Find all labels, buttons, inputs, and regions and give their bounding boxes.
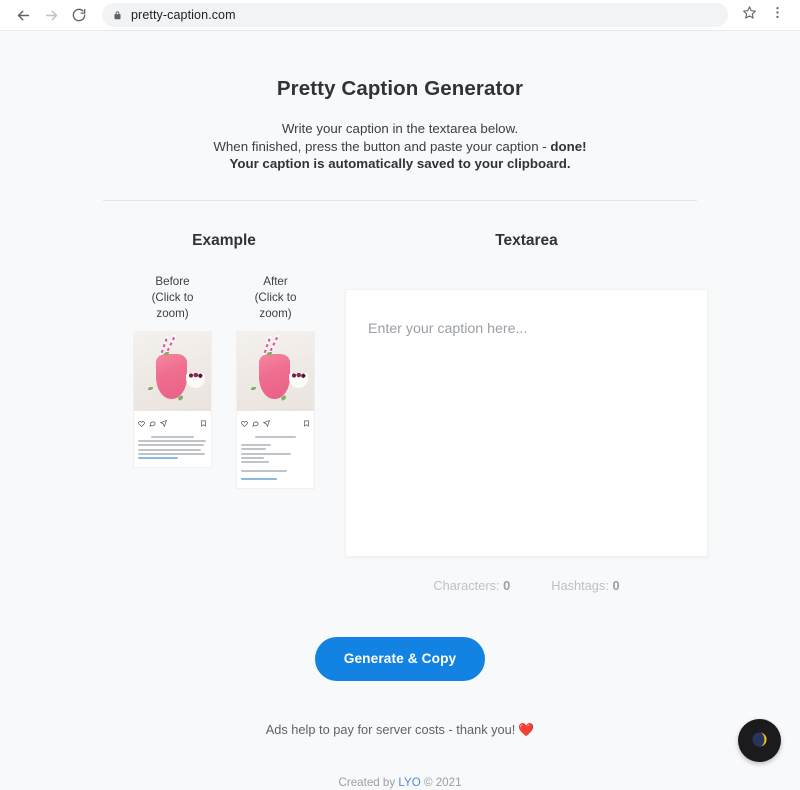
mint-leaf <box>280 394 287 400</box>
textarea-heading: Textarea <box>495 231 558 249</box>
ads-note: Ads help to pay for server costs - thank… <box>0 722 800 738</box>
bookmark-icon <box>303 414 310 432</box>
created-by-footer: Created by LYO © 2021 <box>0 776 800 789</box>
post-action-bar <box>134 411 211 436</box>
after-caption-text <box>237 435 314 488</box>
theme-toggle-button[interactable] <box>738 719 781 762</box>
smoothie-photo <box>237 331 314 411</box>
page-viewport: Pretty Caption Generator Write your capt… <box>0 31 800 790</box>
before-label-line-2: (Click to <box>151 290 194 304</box>
before-label-line-3: zoom) <box>156 306 189 320</box>
before-thumbnail-block[interactable]: Before (Click to zoom) <box>130 274 215 489</box>
mint-leaf <box>148 386 153 390</box>
arrow-right-icon <box>43 7 60 24</box>
after-label-line-1: After <box>263 274 288 288</box>
comment-icon <box>149 414 156 432</box>
before-label: Before (Click to zoom) <box>130 274 215 322</box>
toolbar-right-group <box>734 2 790 28</box>
page-title: Pretty Caption Generator <box>276 77 524 100</box>
mint-leaf <box>251 386 256 390</box>
character-counter: Characters: 0 <box>433 578 510 593</box>
main-columns: Example Before (Click to zoom) After (Cl… <box>103 201 708 593</box>
action-row: Generate & Copy <box>0 636 800 681</box>
before-post-preview[interactable] <box>133 330 212 468</box>
berries <box>188 372 203 378</box>
forward-button[interactable] <box>38 2 64 28</box>
counter-row: Characters: 0 Hashtags: 0 <box>345 578 708 593</box>
example-thumbnails: Before (Click to zoom) After (Click to z… <box>103 274 345 489</box>
after-post-preview[interactable] <box>236 330 315 489</box>
page-intro: Write your caption in the textarea below… <box>0 120 800 173</box>
hashtag-counter-label: Hashtags: <box>551 577 609 593</box>
generate-and-copy-button[interactable]: Generate & Copy <box>314 636 486 681</box>
heart-emoji-icon: ❤️ <box>518 721 535 737</box>
character-counter-value: 0 <box>503 577 511 593</box>
browser-toolbar: pretty-caption.com <box>0 0 800 31</box>
textarea-column: Textarea Characters: 0 Hashtags: 0 <box>345 232 708 593</box>
lock-icon <box>112 10 123 21</box>
star-icon <box>742 5 757 25</box>
intro-line-3: Your caption is automatically saved to y… <box>229 156 571 171</box>
caption-input[interactable] <box>345 288 708 557</box>
bookmark-icon <box>200 414 207 432</box>
heart-icon <box>241 414 248 432</box>
heart-icon <box>138 414 145 432</box>
bookmark-button[interactable] <box>736 2 762 28</box>
reload-icon <box>71 7 87 23</box>
created-by-prefix: Created by <box>338 775 399 789</box>
before-label-line-1: Before <box>155 274 190 288</box>
intro-line-1: Write your caption in the textarea below… <box>281 121 519 136</box>
example-heading: Example <box>192 231 256 249</box>
berries <box>291 372 306 378</box>
share-icon <box>262 414 270 432</box>
author-link[interactable]: LYO <box>398 776 420 789</box>
smoothie-photo <box>134 331 211 411</box>
after-label-line-2: (Click to <box>254 290 297 304</box>
hashtag-counter: Hashtags: 0 <box>551 578 619 593</box>
three-dot-menu-icon <box>770 5 785 25</box>
comment-icon <box>252 414 259 432</box>
character-counter-label: Characters: <box>433 577 500 593</box>
hashtag-counter-value: 0 <box>612 577 620 593</box>
half-moon-icon <box>751 731 768 751</box>
arrow-left-icon <box>15 7 32 24</box>
share-icon <box>159 414 167 432</box>
example-column: Example Before (Click to zoom) After (Cl… <box>103 232 345 593</box>
url-text: pretty-caption.com <box>131 8 236 22</box>
intro-line-2-prefix: When finished, press the button and past… <box>213 138 551 154</box>
address-bar[interactable]: pretty-caption.com <box>102 3 728 27</box>
textarea-wrapper <box>345 250 708 557</box>
intro-line-2-bold: done! <box>550 138 587 154</box>
post-action-bar <box>237 411 314 436</box>
ads-note-text: Ads help to pay for server costs - thank… <box>265 721 516 737</box>
chrome-menu-button[interactable] <box>764 2 790 28</box>
after-label-line-3: zoom) <box>259 306 292 320</box>
mint-leaf <box>177 394 184 400</box>
page-content: Pretty Caption Generator Write your capt… <box>0 31 800 789</box>
back-button[interactable] <box>10 2 36 28</box>
after-thumbnail-block[interactable]: After (Click to zoom) <box>233 274 318 489</box>
reload-button[interactable] <box>66 2 92 28</box>
after-label: After (Click to zoom) <box>233 274 318 322</box>
smoothie-glass <box>259 353 290 399</box>
created-by-suffix: © 2021 <box>420 775 462 789</box>
before-caption-text <box>134 435 211 467</box>
smoothie-glass <box>156 353 187 399</box>
